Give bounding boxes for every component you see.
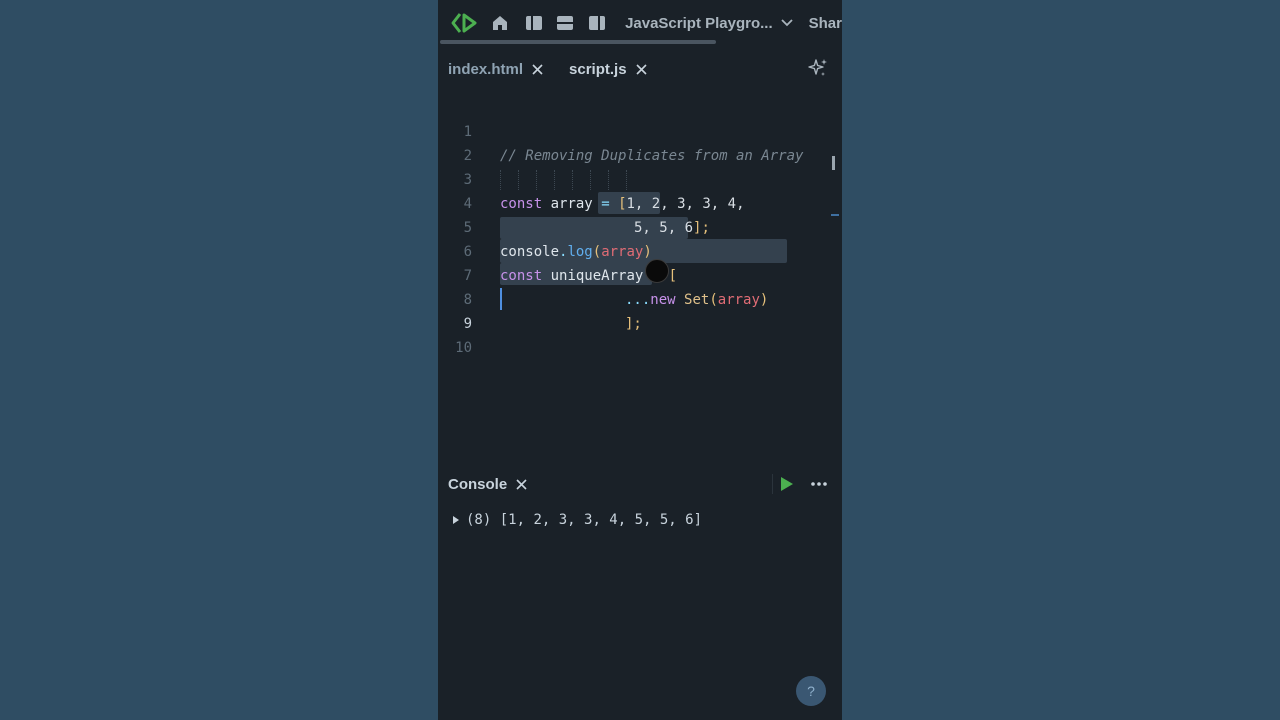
scroll-marker <box>831 214 839 216</box>
project-title[interactable]: JavaScript Playgro... <box>625 15 773 32</box>
code-line: 5 console.log(array) <box>438 192 838 260</box>
code-line: 7 ...new Set(array) <box>438 240 838 308</box>
code-line: 1 // Removing Duplicates from an Array <box>438 96 838 164</box>
console-output-row[interactable]: (8) [1, 2, 3, 3, 4, 5, 5, 6] <box>452 508 702 532</box>
line-number: 10 <box>455 340 472 356</box>
file-tabs: index.html script.js <box>438 52 842 86</box>
tab-label: script.js <box>569 60 627 78</box>
more-icon[interactable] <box>810 476 828 496</box>
code-line: 2 <box>438 120 838 164</box>
close-icon[interactable] <box>516 478 527 490</box>
close-icon[interactable] <box>532 63 543 75</box>
text-cursor <box>500 288 502 310</box>
code-line: 6 const uniqueArray = [ <box>438 216 838 284</box>
code-editor[interactable]: 1 // Removing Duplicates from an Array 2… <box>438 96 842 456</box>
toolbar-scrollbar[interactable] <box>440 40 716 44</box>
close-icon[interactable] <box>635 63 647 75</box>
code-line: 4 5, 5, 6]; <box>438 168 838 236</box>
expand-triangle-icon[interactable] <box>452 515 460 525</box>
code-line: 3 const array = [1, 2, 3, 3, 4, <box>438 144 838 212</box>
divider <box>772 474 773 494</box>
playground-app: JavaScript Playgro... Shar index.html sc… <box>438 0 842 720</box>
tab-index-html[interactable]: index.html <box>448 61 543 78</box>
code-line: 9 <box>438 288 838 332</box>
output-count: (8) <box>466 512 492 528</box>
tab-script-js[interactable]: script.js <box>569 61 647 78</box>
console-title: Console <box>448 475 508 493</box>
code-line: 10 <box>438 312 838 356</box>
editor-scrollbar[interactable] <box>832 156 835 170</box>
output-value: [1, 2, 3, 3, 4, 5, 5, 6] <box>499 512 703 528</box>
tab-label: index.html <box>448 60 524 78</box>
help-button[interactable]: ? <box>796 676 826 706</box>
code-line: 8 ]; <box>438 264 838 332</box>
share-button[interactable]: Shar <box>809 15 842 32</box>
play-icon[interactable] <box>780 476 794 496</box>
sparkle-icon[interactable] <box>808 58 828 82</box>
chevron-down-icon[interactable] <box>781 19 793 27</box>
mouse-pointer <box>645 259 669 283</box>
